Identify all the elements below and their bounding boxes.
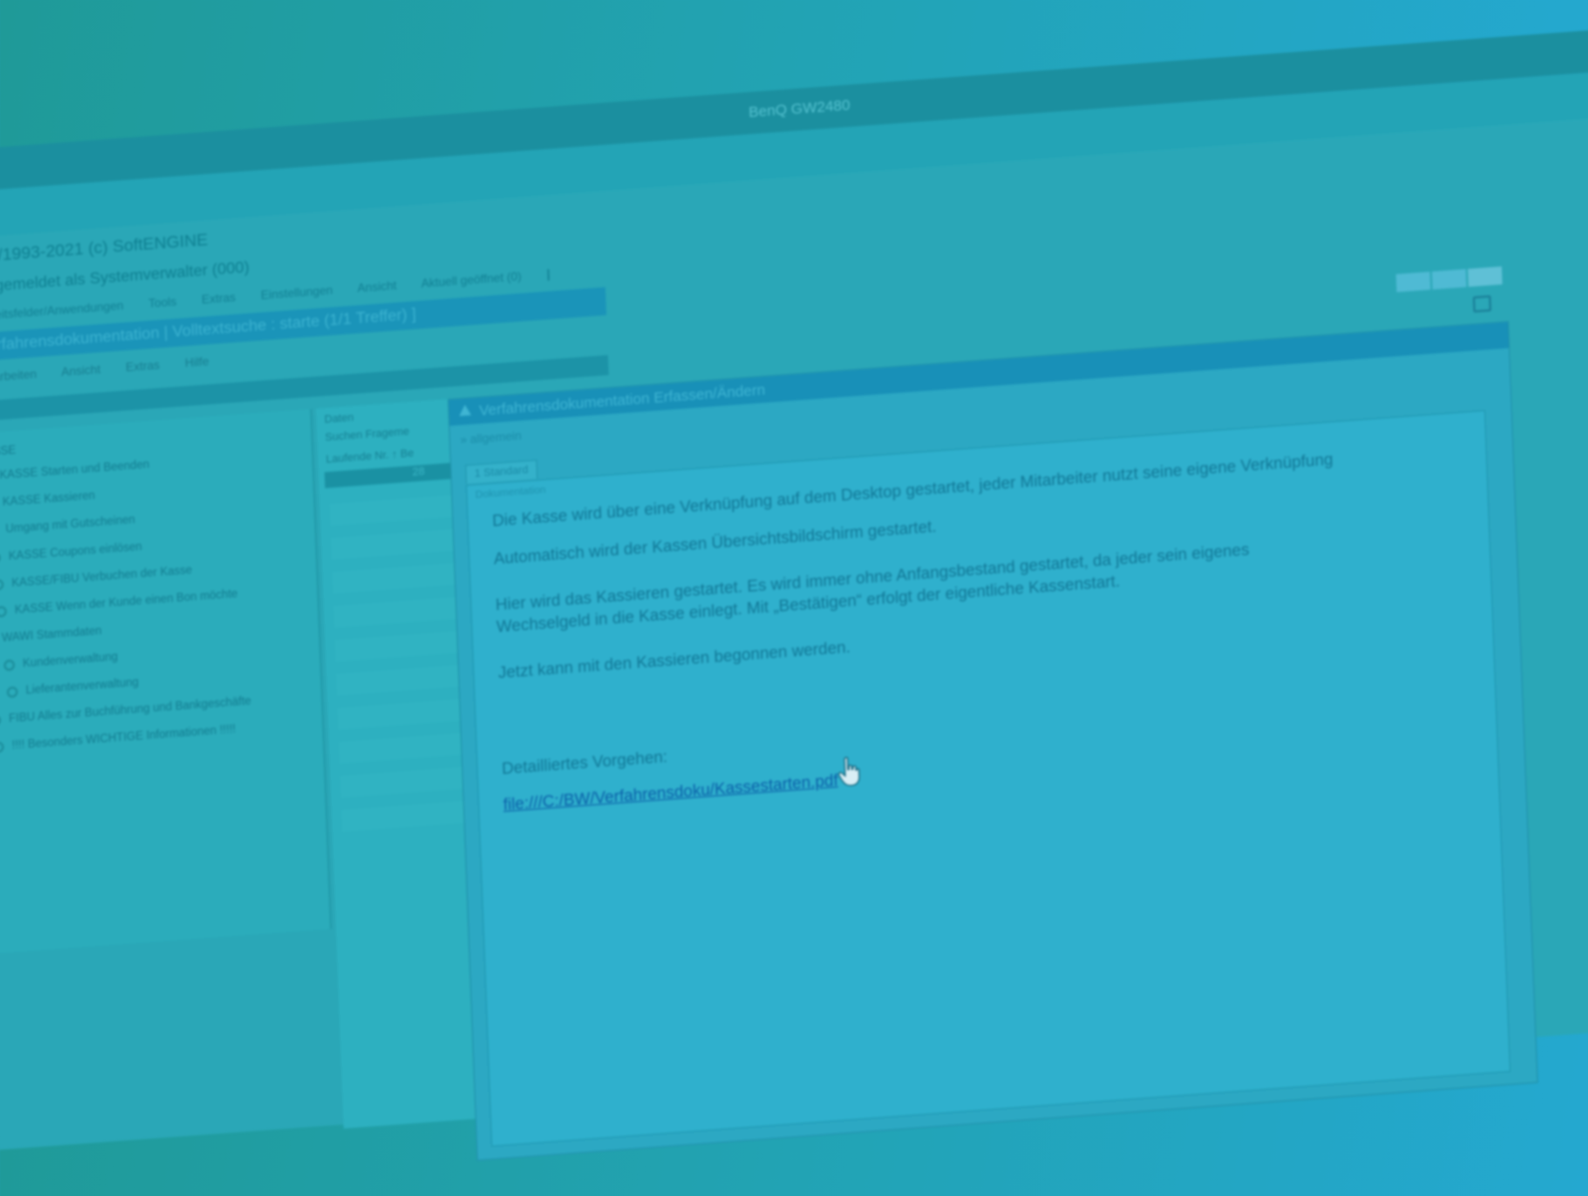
tree-item[interactable]: Lieferantenverwaltung (6, 676, 139, 698)
menu-item-einstellungen[interactable]: Einstellungen (261, 283, 333, 302)
close-button[interactable] (1467, 266, 1503, 287)
tree-node-icon (0, 605, 7, 618)
tree-node-icon (3, 658, 15, 671)
screen-photo: BenQ GW2480 57 /1993-2021 (c) SoftENGINE… (0, 25, 1588, 1161)
toolbar-bearbeiten-button[interactable]: Bearbeiten (0, 367, 37, 385)
menu-item-tools[interactable]: Tools (148, 295, 176, 311)
list-row[interactable] (340, 765, 481, 798)
edit-dialog: Verfahrensdokumentation Erfassen/Ändern … (447, 266, 1539, 1161)
list-row[interactable] (334, 629, 476, 662)
list-header: Daten (324, 411, 354, 427)
list-row[interactable] (329, 493, 471, 526)
list-row[interactable] (333, 595, 475, 628)
menu-item-ansicht[interactable]: Ansicht (357, 278, 397, 295)
tree-item[interactable]: KASSE/FIBU Verbuchen der Kasse (0, 564, 192, 591)
tree-node-icon (0, 714, 2, 726)
application-window: 57 /1993-2021 (c) SoftENGINE Angemeldet … (0, 113, 1588, 1161)
menu-item-extras[interactable]: Extras (201, 290, 235, 306)
doc-paragraph: Detailliertes Vorgehen: (501, 747, 668, 778)
minimize-button[interactable] (1395, 271, 1431, 293)
warning-icon (458, 404, 472, 417)
pdf-link[interactable]: file:///C:/BW/Verfahrensdoku/Kassestarte… (503, 771, 839, 815)
tree-item[interactable]: WAWI Stammdaten (0, 625, 102, 646)
tree-item[interactable]: KASSE Wenn der Kunde einen Bon möchte (0, 588, 238, 618)
tree-item[interactable]: KASSE Starten und Beenden (0, 459, 150, 483)
tree-item[interactable]: !!!! Besonders WICHTIGE Informationen !!… (0, 723, 236, 753)
list-row[interactable] (336, 663, 477, 696)
tree-node-icon (0, 578, 4, 591)
menu-separator: | (546, 267, 551, 282)
main-toolbar: Bearbeiten Ansicht Extras Hilfe (0, 353, 231, 385)
tree-node-icon (0, 551, 1, 564)
monitor-brand-label: BenQ GW2480 (748, 96, 851, 122)
column-header[interactable]: Laufende Nr. ↑ Be (326, 448, 414, 466)
list-row[interactable] (332, 561, 473, 594)
version-label: 57 /1993-2021 (c) SoftENGINE (0, 230, 209, 266)
menu-item-arbeitsfelder[interactable]: Arbeitsfelder/Anwendungen (0, 298, 124, 323)
tree-item[interactable]: KASSE (0, 445, 16, 460)
tree-node-icon (6, 685, 19, 698)
tree-item[interactable]: KASSE Coupons einlösen (0, 541, 142, 564)
toolbar-hilfe-button[interactable]: Hilfe (185, 354, 209, 370)
hand-cursor-icon (838, 757, 860, 787)
tree-node-icon (0, 740, 5, 753)
list-row[interactable] (330, 527, 472, 560)
window-controls (1395, 266, 1503, 293)
tree-item[interactable]: Kundenverwaltung (3, 651, 118, 671)
list-row[interactable] (337, 697, 478, 730)
list-row[interactable] (338, 731, 480, 764)
documentation-editor[interactable]: Dokumentation Die Kasse wird über eine V… (465, 409, 1511, 1147)
menu-item-aktuell-geoeffnet[interactable]: Aktuell geöffnet (0) (421, 269, 522, 290)
maximize-button[interactable] (1431, 269, 1467, 290)
tree-item[interactable]: Umgang mit Gutscheinen (0, 514, 135, 537)
dialog-title: Verfahrensdokumentation Erfassen/Ändern (478, 381, 766, 420)
search-field[interactable]: Suchen Frageme (325, 426, 410, 444)
tree-item[interactable]: FIBU Alles zur Buchführung und Bankgesch… (0, 695, 251, 726)
editor-caption: Dokumentation (475, 484, 546, 502)
document-tree: KASSE KASSE Starten und Beenden KASSE Ka… (0, 408, 332, 954)
row-number: 28 (412, 465, 425, 479)
toolbar-ansicht-button[interactable]: Ansicht (61, 362, 101, 379)
list-row[interactable] (341, 799, 482, 832)
dialog-toolbar-allgemein[interactable]: » allgemein (460, 429, 522, 447)
doc-paragraph: Jetzt kann mit den Kassieren begonnen we… (497, 638, 851, 682)
tree-item[interactable]: KASSE Kassieren (0, 490, 95, 510)
save-icon[interactable] (1472, 295, 1492, 313)
toolbar-extras-button[interactable]: Extras (126, 358, 160, 374)
